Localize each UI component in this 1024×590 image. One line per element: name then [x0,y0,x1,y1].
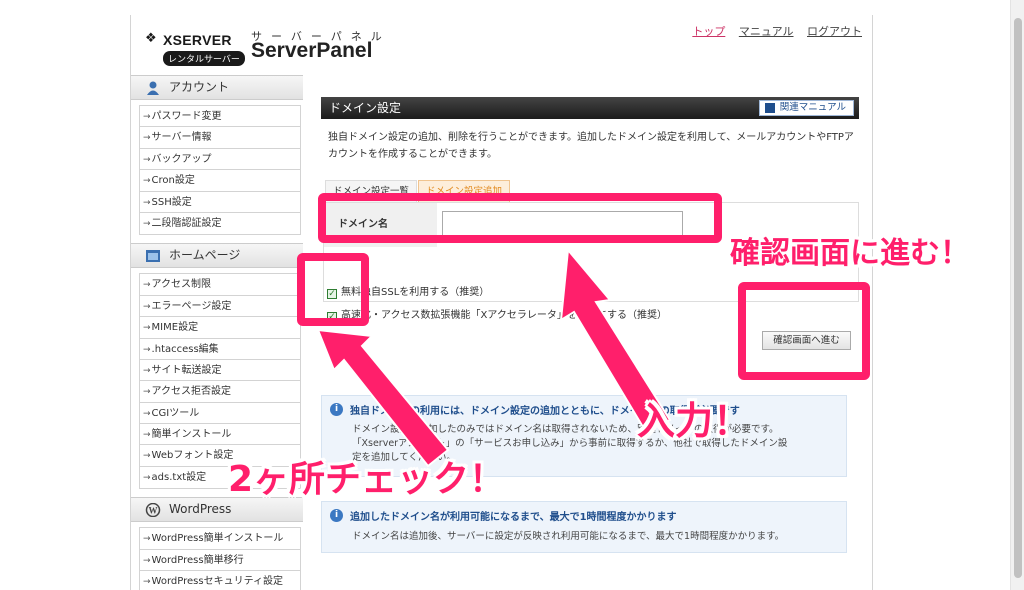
sidebar-item[interactable]: →サーバー情報 [140,127,300,149]
sidebar-item[interactable]: →WordPressセキュリティ設定 [140,571,300,590]
section-title: アカウント [169,80,230,94]
input-annotation: 入力！ [637,399,752,443]
description-line: 独自ドメイン設定の追加、削除を行うことができます。追加したドメイン設定を利用して… [328,132,854,143]
wordpress-menu: →WordPress簡単インストール →WordPress簡単移行 →WordP… [139,527,301,590]
xserver-logo[interactable]: ❖ XSERVER レンタルサーバー [145,31,245,66]
page-title: ドメイン設定 [329,101,402,115]
manual-button-label: 関連マニュアル [779,102,846,113]
book-icon [764,103,775,113]
confirm-annotation: 確認画面に進む！ [730,236,970,271]
accelerator-checkbox-label: 高速化・アクセス数拡張機能「Xアクセラレータ」を有効にする（推奨） [341,310,667,321]
section-title: WordPress [169,502,232,517]
check-annotation: 2ヶ所チェック！ [228,459,506,500]
checkbox-highlight-frame [297,253,369,326]
sidebar-section-homepage: ホームページ [131,243,303,269]
sidebar-section-account: アカウント [131,75,303,100]
sidebar-item[interactable]: →CGIツール [140,403,300,425]
user-icon [147,81,159,95]
info-title: 追加したドメイン名が利用可能になるまで、最大で1時間程度かかります [350,512,677,523]
info-icon: i [330,509,343,522]
sidebar-item[interactable]: →エラーページ設定 [140,296,300,318]
info-text: ドメイン名は追加後、サーバーに設定が反映され利用可能になるまで、最大で1時間程度… [352,531,785,542]
info-box-propagation: i 追加したドメイン名が利用可能になるまで、最大で1時間程度かかります ドメイン… [321,501,847,553]
related-manual-button[interactable]: 関連マニュアル [758,100,854,116]
accelerator-checkbox[interactable]: ✓ 高速化・アクセス数拡張機能「Xアクセラレータ」を有効にする（推奨） [327,306,667,322]
sidebar-item[interactable]: →アクセス制限 [140,274,300,296]
sidebar-item[interactable]: →パスワード変更 [140,106,300,128]
logo-text: XSERVER [163,32,232,48]
description-line: カウントを作成することができます。 [328,149,497,160]
sidebar: アカウント →パスワード変更 →サーバー情報 →バックアップ →Cron設定 →… [131,75,303,590]
logout-link[interactable]: ログアウト [807,25,862,38]
sidebar-item[interactable]: →MIME設定 [140,317,300,339]
sidebar-item[interactable]: →WordPress簡単インストール [140,528,300,550]
sidebar-item[interactable]: →WordPress簡単移行 [140,550,300,572]
sidebar-item[interactable]: →サイト転送設定 [140,360,300,382]
scrollbar[interactable] [1010,0,1024,590]
scroll-thumb[interactable] [1014,18,1022,578]
sidebar-item[interactable]: →バックアップ [140,149,300,171]
sidebar-item[interactable]: →SSH設定 [140,192,300,213]
svg-text:W: W [149,506,158,516]
info-icon: i [330,403,343,416]
xserver-mark-icon: ❖ [145,31,157,46]
top-links: トップ マニュアル ログアウト [682,23,862,39]
button-highlight-frame [738,282,870,380]
homepage-icon [146,250,160,263]
page-title-bar: ドメイン設定 関連マニュアル [321,97,859,119]
manual-link[interactable]: マニュアル [739,25,794,38]
panel-title: ServerPanel [251,39,373,62]
section-title: ホームページ [169,248,241,263]
sidebar-item[interactable]: →アクセス拒否設定 [140,381,300,403]
account-menu: →パスワード変更 →サーバー情報 →バックアップ →Cron設定 →SSH設定 … [139,105,301,236]
wordpress-icon: W [145,503,161,518]
sidebar-item[interactable]: →簡単インストール [140,424,300,446]
sidebar-item[interactable]: →.htaccess編集 [140,339,300,360]
top-link[interactable]: トップ [692,25,725,38]
logo-badge: レンタルサーバー [163,51,245,66]
sidebar-item[interactable]: →Cron設定 [140,170,300,192]
sidebar-item[interactable]: →二段階認証設定 [140,213,300,234]
input-highlight-frame [318,193,722,243]
page-description: 独自ドメイン設定の追加、削除を行うことができます。追加したドメイン設定を利用して… [321,129,859,163]
